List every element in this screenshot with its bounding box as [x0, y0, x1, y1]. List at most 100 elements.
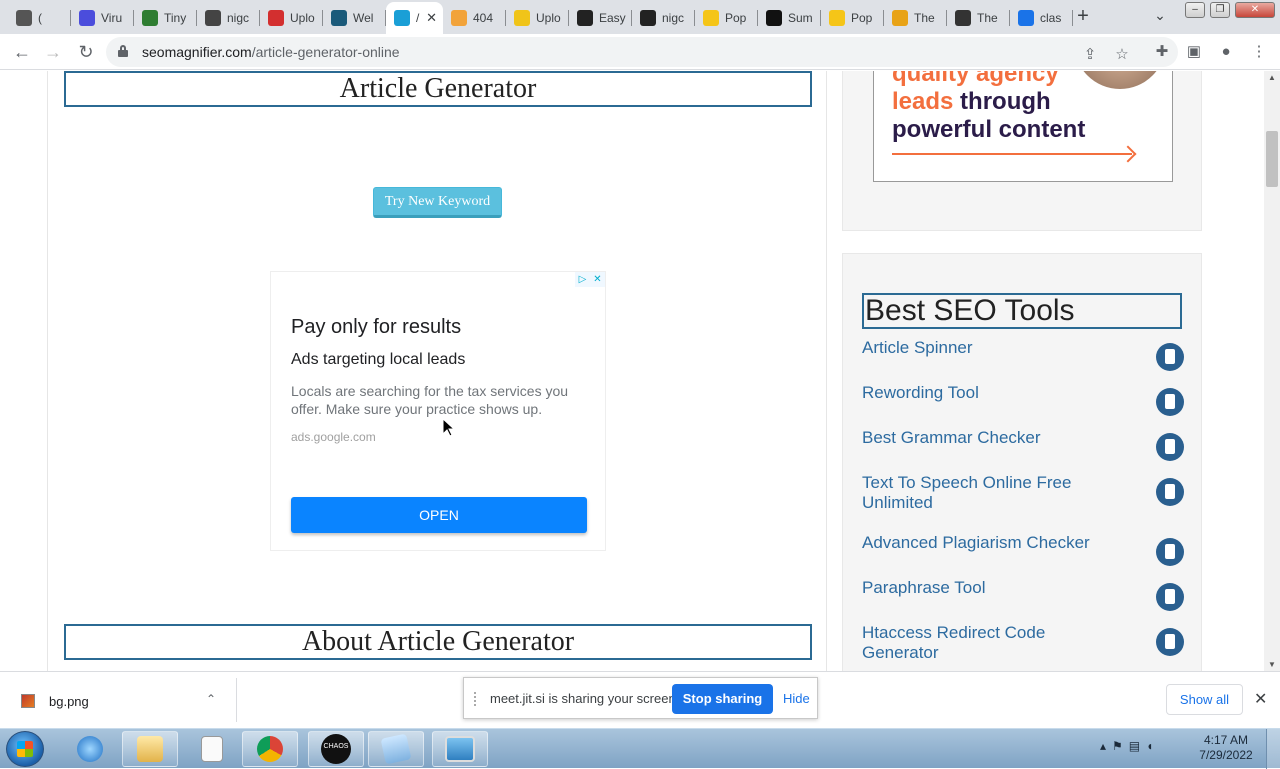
- tab-label: /: [416, 11, 420, 25]
- forward-button[interactable]: →: [41, 40, 65, 64]
- scroll-down-arrow-icon[interactable]: ▼: [1268, 660, 1276, 669]
- tab-11[interactable]: Pop: [695, 4, 758, 32]
- reload-button[interactable]: ↻: [74, 40, 98, 64]
- hide-button[interactable]: Hide: [783, 691, 810, 706]
- volume-icon[interactable]: ◖: [1146, 739, 1159, 753]
- seo-tool-link[interactable]: Best Grammar Checker: [862, 428, 1122, 448]
- tab-13[interactable]: Pop: [821, 4, 884, 32]
- taskbar-chaos[interactable]: CHAOS: [308, 731, 364, 767]
- taskbar-chrome[interactable]: [242, 731, 298, 767]
- quill-icon: [577, 10, 593, 26]
- pencil-icon[interactable]: [1156, 583, 1184, 611]
- smiley-icon: [703, 10, 719, 26]
- bookmark-star-icon[interactable]: ☆: [1112, 45, 1132, 65]
- minimize-button[interactable]: –: [1185, 2, 1205, 18]
- tab-search-button[interactable]: ⌄: [1150, 7, 1170, 27]
- seo-tools-title: Best SEO Tools: [862, 293, 1182, 329]
- taskbar-notes[interactable]: [368, 731, 424, 767]
- tab-5[interactable]: Wel: [323, 4, 386, 32]
- new-tab-button[interactable]: +: [1072, 5, 1094, 27]
- taskbar-clock[interactable]: 4:17 AM 7/29/2022: [1196, 733, 1256, 763]
- adchoices-icon[interactable]: ▷: [575, 272, 590, 287]
- checklist-icon[interactable]: [1156, 433, 1184, 461]
- tab-4[interactable]: Uplo: [260, 4, 323, 32]
- tab-label: Wel: [353, 11, 374, 25]
- profile-avatar-icon[interactable]: ●: [1216, 42, 1236, 62]
- tab-8[interactable]: Uplo: [506, 4, 569, 32]
- show-all-button[interactable]: Show all: [1166, 684, 1243, 715]
- drag-grip-icon[interactable]: [474, 692, 480, 706]
- taskbar-internet-explorer[interactable]: [62, 731, 118, 767]
- seo-tool-link[interactable]: Rewording Tool: [862, 383, 1122, 403]
- taskbar-picture-viewer[interactable]: [432, 731, 488, 767]
- restore-button[interactable]: ❐: [1210, 2, 1230, 18]
- tab-0[interactable]: (: [8, 4, 71, 32]
- seo-tool-link[interactable]: Advanced Plagiarism Checker: [862, 533, 1122, 553]
- network-icon[interactable]: ▤: [1129, 739, 1146, 753]
- tray-expand-icon[interactable]: ▴: [1100, 739, 1112, 753]
- ad-close-icon[interactable]: ✕: [590, 272, 605, 287]
- try-new-keyword-button[interactable]: Try New Keyword: [373, 187, 502, 218]
- url-text[interactable]: seomagnifier.com/article-generator-onlin…: [142, 44, 400, 60]
- tab-close-icon[interactable]: ✕: [426, 10, 437, 26]
- url-host: seomagnifier.com: [142, 44, 252, 60]
- shelf-divider: [236, 678, 237, 722]
- tab-strip: (Viru Tiny nigc Uplo Wel / ✕ 404 Uplo Easy nigc Pop…: [0, 0, 1280, 34]
- taskbar-notepad[interactable]: [184, 731, 240, 767]
- seo-tool-item: Best Grammar Checker: [862, 428, 1184, 461]
- tab-1[interactable]: Viru: [71, 4, 134, 32]
- seo-tool-link[interactable]: Paraphrase Tool: [862, 578, 1122, 598]
- seo-tool-link[interactable]: Htaccess Redirect Code Generator: [862, 623, 1122, 663]
- plagiarism-icon[interactable]: [1156, 538, 1184, 566]
- ad-choices[interactable]: ▷ ✕: [575, 272, 605, 287]
- lock-icon[interactable]: [118, 45, 128, 57]
- back-button[interactable]: ←: [10, 40, 34, 64]
- start-button-icon[interactable]: [6, 731, 44, 767]
- redirect-icon[interactable]: [1156, 628, 1184, 656]
- stop-sharing-button[interactable]: Stop sharing: [672, 684, 773, 714]
- page-viewport: Article Generator Try New Keyword ▷ ✕ Pa…: [0, 71, 1264, 671]
- menu-kebab-icon[interactable]: ⋮: [1249, 42, 1269, 62]
- system-tray[interactable]: ▴⚑▤◖: [1100, 739, 1159, 753]
- tab-3[interactable]: nigc: [197, 4, 260, 32]
- ad-open-button[interactable]: OPEN: [291, 497, 587, 533]
- chevron-up-icon[interactable]: ⌃: [206, 692, 216, 706]
- spinner-icon[interactable]: [1156, 343, 1184, 371]
- side-panel-icon[interactable]: ▣: [1184, 42, 1204, 62]
- speech-icon[interactable]: [1156, 478, 1184, 506]
- seo-tool-link[interactable]: Text To Speech Online Free Unlimited: [862, 473, 1122, 513]
- tab-10[interactable]: nigc: [632, 4, 695, 32]
- show-desktop-button[interactable]: [1266, 729, 1280, 769]
- taskbar-explorer[interactable]: [122, 731, 178, 767]
- document-icon[interactable]: [1156, 388, 1184, 416]
- promo-line-1: quality agency: [892, 71, 1059, 87]
- scroll-up-arrow-icon[interactable]: ▲: [1268, 73, 1276, 82]
- address-bar[interactable]: seomagnifier.com/article-generator-onlin…: [106, 37, 1178, 67]
- download-filename[interactable]: bg.png: [49, 694, 89, 709]
- seo-tool-item: Paraphrase Tool: [862, 578, 1184, 611]
- y-logo-icon: [955, 10, 971, 26]
- tab-label: nigc: [227, 11, 250, 25]
- promo-banner[interactable]: quality agency leads through powerful co…: [873, 71, 1173, 182]
- flag-icon[interactable]: ⚑: [1112, 739, 1129, 753]
- tab-9[interactable]: Easy: [569, 4, 632, 32]
- tab-15[interactable]: The: [947, 4, 1010, 32]
- scroll-thumb[interactable]: [1266, 131, 1278, 187]
- page-scrollbar[interactable]: ▲ ▼: [1264, 71, 1280, 671]
- close-icon[interactable]: ✕: [1254, 689, 1267, 709]
- s-logo-icon: [331, 10, 347, 26]
- tab-7[interactable]: 404: [443, 4, 506, 32]
- extensions-puzzle-icon[interactable]: ✚: [1152, 42, 1172, 62]
- tab-16[interactable]: clas: [1010, 4, 1073, 32]
- share-icon[interactable]: ⇪: [1080, 45, 1100, 65]
- tab-2[interactable]: Tiny: [134, 4, 197, 32]
- ad-banner[interactable]: ▷ ✕ Pay only for results Ads targeting l…: [270, 271, 606, 551]
- promo-line-3: powerful content: [892, 116, 1086, 143]
- sidebar-ad-card: quality agency leads through powerful co…: [842, 71, 1202, 231]
- chaos-icon: CHAOS: [321, 734, 351, 764]
- tab-14[interactable]: The: [884, 4, 947, 32]
- tab-12[interactable]: Sum: [758, 4, 821, 32]
- seo-tool-link[interactable]: Article Spinner: [862, 338, 1122, 358]
- window-close-button[interactable]: ✕: [1235, 2, 1275, 18]
- tab-6[interactable]: / ✕: [386, 2, 443, 34]
